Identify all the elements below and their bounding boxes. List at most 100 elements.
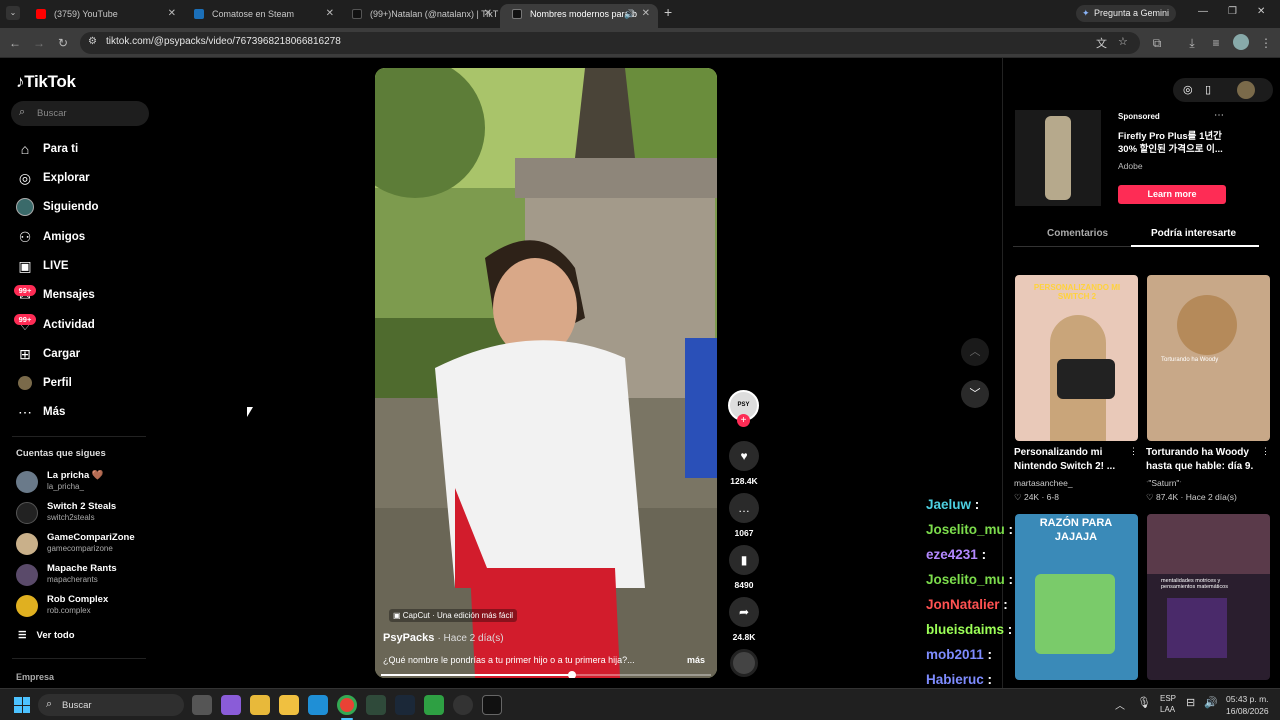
tab-search-icon[interactable]: ⌄ <box>6 6 20 20</box>
logo-text: TikTok <box>24 72 76 91</box>
terminal-icon[interactable] <box>366 695 386 715</box>
address-bar[interactable]: ⚙ tiktok.com/@psypacks/video/76739682180… <box>80 32 1140 54</box>
nav-live[interactable]: ▣ LIVE <box>16 255 68 277</box>
tab-podria-interesarte[interactable]: Podría interesarte <box>1151 228 1236 239</box>
tab-youtube[interactable]: (3759) YouTube ✕ <box>24 4 184 28</box>
download-icon[interactable]: ⤓ <box>1183 34 1201 52</box>
tab-comentarios[interactable]: Comentarios <box>1047 228 1108 239</box>
card-title[interactable]: Personalizando mi Nintendo Switch 2! ... <box>1014 446 1132 474</box>
tab-tiktok-natalan[interactable]: (99+)Natalan (@natalanx) | TikT ✕ <box>340 4 500 28</box>
language-indicator[interactable]: ESP <box>1160 694 1176 703</box>
store-icon[interactable] <box>250 695 270 715</box>
tiktok-logo[interactable]: ♪TikTok <box>16 72 76 92</box>
gemini-button[interactable]: ✦ Pregunta a Gemini <box>1076 5 1176 22</box>
copilot-icon[interactable] <box>221 695 241 715</box>
ad-thumbnail[interactable] <box>1015 110 1101 206</box>
save-button[interactable]: ▮ <box>729 545 759 575</box>
close-icon[interactable]: ✕ <box>484 4 492 24</box>
card-author[interactable]: martasanchee_ <box>1014 478 1073 488</box>
share-button[interactable]: ➦ <box>729 597 759 627</box>
nav-perfil[interactable]: Perfil <box>16 372 72 394</box>
obs-icon[interactable] <box>453 695 473 715</box>
file-explorer-icon[interactable] <box>279 695 299 715</box>
clock-date[interactable]: 16/08/2026 <box>1226 706 1269 716</box>
suggested-video-card[interactable]: PERSONALIZANDO MI SWITCH 2 <box>1015 275 1138 441</box>
chat-message: Joselito_mu : <box>926 522 1013 537</box>
chrome-icon[interactable] <box>337 695 357 715</box>
avatar <box>16 471 38 493</box>
microphone-icon[interactable]: 🎙 <box>1137 696 1151 709</box>
card-title[interactable]: Torturando ha Woody hasta que hable: día… <box>1146 446 1264 474</box>
edge-icon[interactable] <box>308 695 328 715</box>
menu-icon[interactable]: ⋮ <box>1257 34 1275 52</box>
following-handle: gamecomparizone <box>47 544 113 553</box>
close-icon[interactable]: ✕ <box>326 4 334 24</box>
card-menu-icon[interactable]: ⋮ <box>1261 446 1270 457</box>
like-button[interactable]: ♥ <box>729 441 759 471</box>
suggested-video-card[interactable]: RAZÓN PARA JAJAJA <box>1015 514 1138 680</box>
steam-icon[interactable] <box>395 695 415 715</box>
user-avatar[interactable] <box>1237 81 1255 99</box>
see-all-link[interactable]: ☰ Ver todo <box>18 630 75 641</box>
close-icon[interactable]: ✕ <box>168 4 176 24</box>
progress-handle[interactable] <box>568 671 577 678</box>
extensions-icon[interactable]: ⧉ <box>1148 34 1166 52</box>
volume-icon[interactable]: 🔊 <box>1204 696 1218 709</box>
footer-link[interactable]: Empresa <box>16 672 54 682</box>
network-icon[interactable]: ⊟ <box>1186 696 1195 709</box>
video-author[interactable]: PsyPacks <box>383 632 434 644</box>
suggested-video-card[interactable]: Torturando ha Woody <box>1147 275 1270 441</box>
window-close-button[interactable]: ✕ <box>1257 6 1265 17</box>
progress-track[interactable] <box>381 671 711 678</box>
nav-siguiendo[interactable]: Siguiendo <box>16 196 99 218</box>
card-menu-icon[interactable]: ⋮ <box>1129 446 1138 457</box>
device-icon[interactable]: ▯ <box>1205 83 1211 96</box>
previous-video-button[interactable]: ︿ <box>961 338 989 366</box>
bookmark-star-icon[interactable]: ☆ <box>1118 35 1128 48</box>
speaker-icon[interactable]: 🔊 <box>624 4 635 24</box>
close-icon[interactable]: ✕ <box>642 4 650 24</box>
nav-cargar[interactable]: ⊞ Cargar <box>16 343 80 365</box>
comment-button[interactable]: … <box>729 493 759 523</box>
ad-menu-icon[interactable]: ⋯ <box>1214 110 1224 121</box>
profile-avatar[interactable] <box>1233 34 1249 50</box>
follow-plus-button[interactable]: + <box>737 414 750 427</box>
video-player[interactable]: ▣ CapCut · Una edición más fácil PsyPack… <box>375 68 717 678</box>
learn-more-button[interactable]: Learn more <box>1118 185 1226 204</box>
card-author[interactable]: ˑ"Saturn"ˑ <box>1146 478 1182 488</box>
chat-username: Habieruc <box>926 672 984 687</box>
forward-button[interactable]: → <box>30 34 48 52</box>
media-icon[interactable]: ≡ <box>1207 34 1225 52</box>
nav-para-ti[interactable]: ⌂ Para ti <box>16 138 78 160</box>
keyboard-layout: LAA <box>1160 705 1176 714</box>
tab-steam[interactable]: Comatose en Steam ✕ <box>182 4 342 28</box>
taskbar-search[interactable]: ⌕ Buscar <box>38 694 184 716</box>
game-app-icon[interactable] <box>424 695 444 715</box>
translate-icon[interactable]: ⽂ <box>1096 35 1107 51</box>
tab-tiktok-active[interactable]: Nombres modernos para b 🔊 ✕ <box>500 4 658 28</box>
clock-time[interactable]: 05:43 p. m. <box>1226 694 1269 704</box>
chat-username: Joselito_mu <box>926 522 1005 537</box>
site-info-icon[interactable]: ⚙ <box>88 36 97 47</box>
avatar <box>16 533 38 555</box>
avatar <box>16 595 38 617</box>
restore-button[interactable]: ❐ <box>1228 6 1237 17</box>
search-input[interactable]: ⌕ Buscar <box>11 101 149 126</box>
minimize-button[interactable]: — <box>1198 6 1208 17</box>
back-button[interactable]: ← <box>6 34 24 52</box>
nav-explorar[interactable]: ◎ Explorar <box>16 167 90 189</box>
explore-icon[interactable]: ◎ <box>1183 83 1193 96</box>
address-toolbar: ← → ↻ ⚙ tiktok.com/@psypacks/video/76739… <box>0 28 1280 58</box>
windows-start-icon[interactable] <box>14 697 30 713</box>
capcut-app-icon[interactable] <box>482 695 502 715</box>
suggested-video-card[interactable]: mentalidades motrices y pensamientos mat… <box>1147 514 1270 680</box>
reload-button[interactable]: ↻ <box>54 34 72 52</box>
nav-mas[interactable]: ⋯ Más <box>16 401 65 423</box>
nav-amigos[interactable]: ⚇ Amigos <box>16 226 85 248</box>
task-view-icon[interactable] <box>192 695 212 715</box>
caption-more-link[interactable]: más <box>687 655 705 665</box>
next-video-button[interactable]: ﹀ <box>961 380 989 408</box>
new-tab-button[interactable]: + <box>664 4 672 20</box>
show-hidden-icons-icon[interactable]: ︿ <box>1115 697 1125 712</box>
music-disc-icon[interactable] <box>730 649 758 677</box>
